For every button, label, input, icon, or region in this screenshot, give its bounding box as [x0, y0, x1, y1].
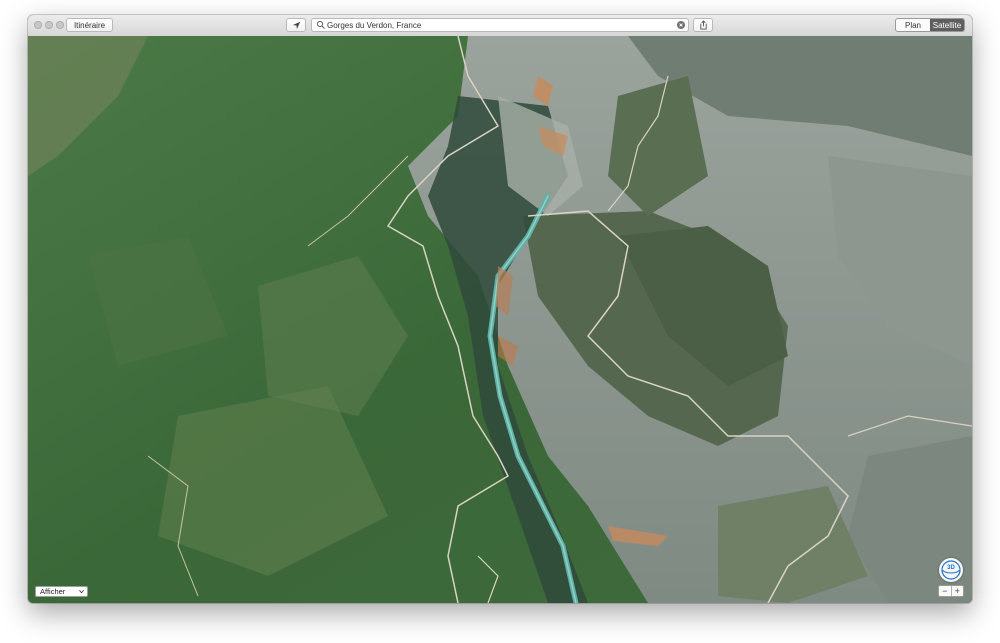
compass-3d-button[interactable]: 3D [939, 558, 963, 582]
search-input[interactable]: Gorges du Verdon, France [327, 20, 421, 31]
toolbar: Itinéraire Gorges du Verdon, France Plan… [28, 15, 972, 37]
search-field[interactable]: Gorges du Verdon, France [311, 18, 689, 32]
close-window-button[interactable] [34, 21, 42, 29]
satellite-map[interactable] [28, 36, 972, 603]
current-location-button[interactable] [286, 18, 306, 32]
clear-icon[interactable] [677, 21, 685, 29]
view-options-label: Afficher [40, 587, 66, 596]
view-options-select[interactable]: Afficher [35, 586, 88, 597]
map-mode-satellite[interactable]: Satellite [930, 19, 964, 31]
directions-button[interactable]: Itinéraire [66, 18, 113, 32]
minimize-window-button[interactable] [45, 21, 53, 29]
share-button[interactable] [693, 18, 713, 32]
map-mode-plan[interactable]: Plan [896, 19, 930, 31]
zoom-in-button[interactable]: + [952, 586, 964, 596]
share-icon [699, 20, 707, 30]
zoom-control: − + [938, 585, 964, 597]
zoom-out-button[interactable]: − [939, 586, 952, 596]
map-mode-control: Plan Satellite [895, 18, 965, 32]
satellite-imagery [28, 36, 972, 603]
directions-label: Itinéraire [73, 20, 106, 30]
compass-label: 3D [947, 565, 955, 571]
location-arrow-icon [292, 21, 300, 29]
chevron-down-icon [79, 589, 84, 594]
maps-window: Itinéraire Gorges du Verdon, France Plan… [28, 15, 972, 603]
zoom-window-button[interactable] [56, 21, 64, 29]
search-icon [316, 20, 325, 29]
